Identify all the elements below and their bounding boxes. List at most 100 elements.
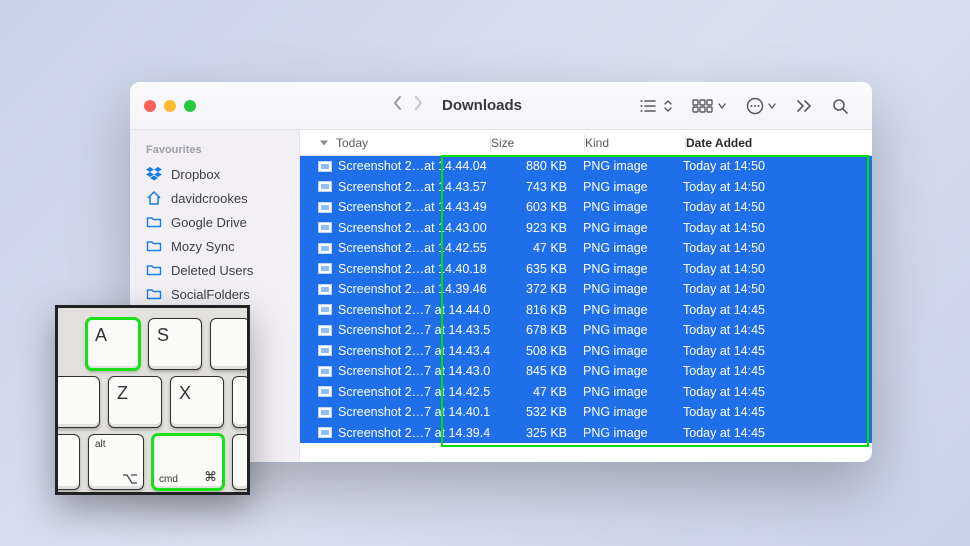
- table-row[interactable]: Screenshot 2…7 at 14.43.57678 KBPNG imag…: [300, 320, 872, 341]
- action-menu-button[interactable]: [736, 97, 786, 115]
- sidebar-item-socialfolders[interactable]: SocialFolders: [130, 282, 299, 306]
- file-name: Screenshot 2…7 at 14.43.00: [338, 364, 490, 378]
- file-icon: [318, 263, 332, 274]
- column-size[interactable]: Size: [491, 136, 584, 150]
- chevron-down-icon: [768, 102, 776, 110]
- column-name[interactable]: Today: [300, 136, 490, 150]
- file-name: Screenshot 2…7 at 14.44.04: [338, 303, 490, 317]
- table-row[interactable]: Screenshot 2…7 at 14.42.5547 KBPNG image…: [300, 382, 872, 403]
- file-icon: [318, 181, 332, 192]
- file-icon: [318, 222, 332, 233]
- sidebar-item-google-drive[interactable]: Google Drive: [130, 210, 299, 234]
- file-date: Today at 14:45: [683, 303, 872, 317]
- table-row[interactable]: Screenshot 2…7 at 14.44.04816 KBPNG imag…: [300, 300, 872, 321]
- file-size: 635 KB: [490, 262, 583, 276]
- fullscreen-button[interactable]: [184, 100, 196, 112]
- close-button[interactable]: [144, 100, 156, 112]
- file-kind: PNG image: [583, 241, 683, 255]
- sidebar-item-mozy-sync[interactable]: Mozy Sync: [130, 234, 299, 258]
- file-kind: PNG image: [583, 159, 683, 173]
- key-cmd: cmd ⌘: [152, 434, 224, 490]
- overflow-button[interactable]: [786, 100, 822, 112]
- table-row[interactable]: Screenshot 2…7 at 14.39.46325 KBPNG imag…: [300, 423, 872, 444]
- folder-icon: [146, 238, 162, 254]
- file-name: Screenshot 2…at 14.43.57 2: [338, 180, 490, 194]
- table-row[interactable]: Screenshot 2…at 14.44.04 2880 KBPNG imag…: [300, 156, 872, 177]
- table-row[interactable]: Screenshot 2…7 at 14.43.49508 KBPNG imag…: [300, 341, 872, 362]
- file-icon: [318, 202, 332, 213]
- column-headers: Today Size Kind Date Added: [300, 130, 872, 156]
- sidebar-item-deleted-users[interactable]: Deleted Users: [130, 258, 299, 282]
- key-partial-space: [232, 434, 250, 490]
- file-kind: PNG image: [583, 221, 683, 235]
- file-size: 47 KB: [490, 385, 583, 399]
- key-s: S: [148, 318, 202, 370]
- group-by-button[interactable]: [682, 99, 736, 113]
- file-icon: [318, 304, 332, 315]
- key-partial-right-2: [232, 376, 250, 428]
- table-row[interactable]: Screenshot 2…at 14.43.57 2743 KBPNG imag…: [300, 177, 872, 198]
- view-list-button[interactable]: [630, 99, 682, 113]
- file-icon: [318, 407, 332, 418]
- file-name: Screenshot 2…at 14.43.00 2: [338, 221, 490, 235]
- minimize-button[interactable]: [164, 100, 176, 112]
- file-name: Screenshot 2…at 14.39.46 2: [338, 282, 490, 296]
- window-title: Downloads: [442, 97, 522, 114]
- sidebar-item-davidcrookes[interactable]: davidcrookes: [130, 186, 299, 210]
- file-name: Screenshot 2…at 14.42.55 2: [338, 241, 490, 255]
- table-row[interactable]: Screenshot 2…at 14.43.49 2603 KBPNG imag…: [300, 197, 872, 218]
- folder-icon: [146, 286, 162, 302]
- file-name: Screenshot 2…at 14.43.49 2: [338, 200, 490, 214]
- file-icon: [318, 284, 332, 295]
- option-icon: [122, 474, 138, 484]
- sidebar-item-dropbox[interactable]: Dropbox: [130, 162, 299, 186]
- file-date: Today at 14:50: [683, 282, 872, 296]
- table-row[interactable]: Screenshot 2…at 14.43.00 2923 KBPNG imag…: [300, 218, 872, 239]
- folder-icon: [146, 262, 162, 278]
- file-kind: PNG image: [583, 180, 683, 194]
- file-kind: PNG image: [583, 262, 683, 276]
- column-kind[interactable]: Kind: [585, 136, 685, 150]
- file-date: Today at 14:45: [683, 385, 872, 399]
- file-date: Today at 14:45: [683, 344, 872, 358]
- file-name: Screenshot 2…7 at 14.40.18: [338, 405, 490, 419]
- sidebar-item-label: Deleted Users: [171, 263, 253, 278]
- column-name-label: Today: [336, 136, 368, 150]
- file-size: 532 KB: [490, 405, 583, 419]
- file-name: Screenshot 2…7 at 14.39.46: [338, 426, 490, 440]
- key-partial-bottom-left: [55, 434, 80, 490]
- table-row[interactable]: Screenshot 2…at 14.39.46 2372 KBPNG imag…: [300, 279, 872, 300]
- chevron-updown-icon: [664, 99, 672, 113]
- column-date-added[interactable]: Date Added: [686, 136, 872, 150]
- table-row[interactable]: Screenshot 2…7 at 14.40.18532 KBPNG imag…: [300, 402, 872, 423]
- sidebar-item-label: Google Drive: [171, 215, 247, 230]
- file-kind: PNG image: [583, 282, 683, 296]
- file-date: Today at 14:50: [683, 200, 872, 214]
- file-date: Today at 14:45: [683, 405, 872, 419]
- file-size: 845 KB: [490, 364, 583, 378]
- search-button[interactable]: [822, 98, 858, 114]
- file-date: Today at 14:45: [683, 364, 872, 378]
- file-name: Screenshot 2…7 at 14.43.57: [338, 323, 490, 337]
- file-date: Today at 14:50: [683, 221, 872, 235]
- file-kind: PNG image: [583, 364, 683, 378]
- file-date: Today at 14:45: [683, 426, 872, 440]
- file-date: Today at 14:50: [683, 180, 872, 194]
- file-date: Today at 14:50: [683, 159, 872, 173]
- file-size: 325 KB: [490, 426, 583, 440]
- key-x: X: [170, 376, 224, 428]
- file-icon: [318, 345, 332, 356]
- nav-forward-button[interactable]: [408, 95, 428, 116]
- sidebar-heading: Favourites: [130, 142, 299, 162]
- folder-icon: [146, 214, 162, 230]
- traffic-lights: [144, 100, 196, 112]
- table-row[interactable]: Screenshot 2…7 at 14.43.00845 KBPNG imag…: [300, 361, 872, 382]
- key-a: A: [86, 318, 140, 370]
- table-row[interactable]: Screenshot 2…at 14.42.55 247 KBPNG image…: [300, 238, 872, 259]
- nav-back-button[interactable]: [388, 95, 408, 116]
- file-kind: PNG image: [583, 200, 683, 214]
- sidebar-item-label: SocialFolders: [171, 287, 250, 302]
- file-name: Screenshot 2…at 14.40.18 2: [338, 262, 490, 276]
- table-row[interactable]: Screenshot 2…at 14.40.18 2635 KBPNG imag…: [300, 259, 872, 280]
- file-size: 603 KB: [490, 200, 583, 214]
